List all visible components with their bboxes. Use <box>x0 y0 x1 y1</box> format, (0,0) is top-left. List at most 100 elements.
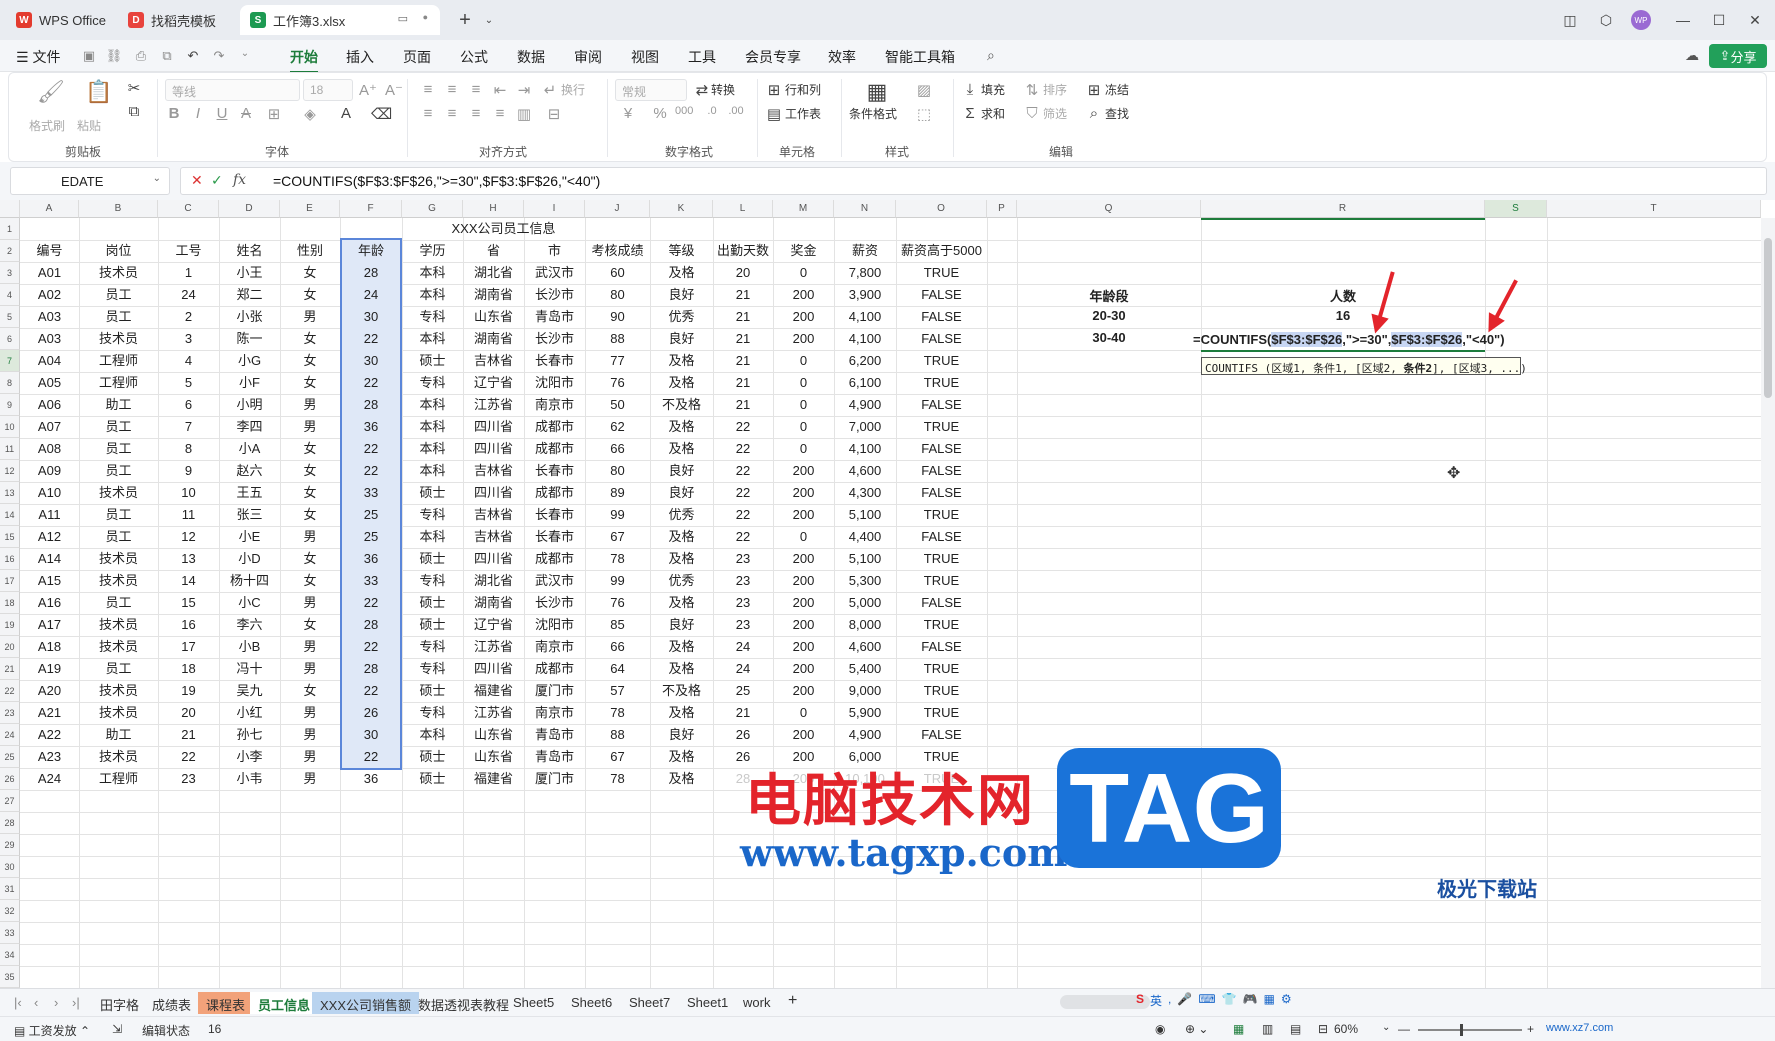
spreadsheet-grid[interactable]: ABCDEFGHIJKLMNOPQRST 1 2 3 4 5 6 7 8 9 10 11 12 13 14… <box>0 200 1775 988</box>
age-range-20-30[interactable]: 20-30 <box>1017 308 1201 330</box>
table-cell[interactable]: 0 <box>773 526 834 548</box>
table-cell[interactable]: TRUE <box>896 416 987 438</box>
table-cell[interactable]: 员工 <box>79 592 158 614</box>
table-cell[interactable]: 长沙市 <box>524 592 585 614</box>
sheet-tab[interactable]: Sheet1 <box>679 992 736 1014</box>
table-cell[interactable]: 本科 <box>402 284 463 306</box>
table-cell[interactable]: 200 <box>773 570 834 592</box>
print-icon[interactable]: ⎙ <box>132 48 150 64</box>
table-cell[interactable]: 80 <box>585 284 650 306</box>
table-cell[interactable]: 江苏省 <box>463 394 524 416</box>
table-cell[interactable]: 36 <box>340 548 402 570</box>
table-cell[interactable]: FALSE <box>896 394 987 416</box>
table-cell[interactable]: 10 <box>158 482 219 504</box>
table-cell[interactable]: 小B <box>219 636 280 658</box>
table-cell[interactable]: 77 <box>585 350 650 372</box>
add-sheet-icon[interactable]: + <box>780 989 805 1011</box>
table-cell[interactable]: 22 <box>158 746 219 768</box>
table-cell[interactable]: 28 <box>340 394 402 416</box>
row-header-31[interactable]: 31 <box>0 878 20 900</box>
table-cell[interactable]: 长沙市 <box>524 284 585 306</box>
editing-cell-s7[interactable]: =COUNTIFS($F$3:$F$26,">=30",$F$3:$F$26,"… <box>1193 329 1505 351</box>
table-cell[interactable]: 28 <box>340 614 402 636</box>
table-cell[interactable]: A23 <box>20 746 79 768</box>
table-cell[interactable]: 4,400 <box>834 526 896 548</box>
normal-view-icon[interactable]: ▦ <box>1233 1022 1244 1036</box>
microphone-icon[interactable]: 🎤 <box>1177 992 1192 1014</box>
table-cell[interactable]: 硕士 <box>402 680 463 702</box>
table-cell[interactable]: 吉林省 <box>463 460 524 482</box>
table-cell[interactable]: 女 <box>280 350 340 372</box>
table-cell[interactable]: 99 <box>585 570 650 592</box>
settings-icon[interactable]: ⚙ <box>1281 992 1292 1014</box>
table-cell[interactable]: A02 <box>20 284 79 306</box>
table-cell[interactable]: 硕士 <box>402 768 463 790</box>
table-cell[interactable]: 26 <box>340 702 402 724</box>
table-cell[interactable]: 17 <box>158 636 219 658</box>
table-cell[interactable]: 长春市 <box>524 350 585 372</box>
minimize-icon[interactable]: — <box>1670 8 1696 32</box>
row-header-18[interactable]: 18 <box>0 592 20 614</box>
table-cell[interactable]: TRUE <box>896 702 987 724</box>
count-header[interactable]: 人数 <box>1201 286 1485 308</box>
table-cell[interactable]: A08 <box>20 438 79 460</box>
column-header-T[interactable]: T <box>1547 200 1761 218</box>
table-cell[interactable]: 36 <box>340 768 402 790</box>
table-cell[interactable]: 200 <box>773 284 834 306</box>
column-label[interactable]: 等级 <box>650 240 713 262</box>
table-cell[interactable]: 湖北省 <box>463 570 524 592</box>
find-button[interactable]: 查找 <box>1105 105 1129 122</box>
worksheet-button[interactable]: 工作表 <box>785 105 821 122</box>
table-cell[interactable]: 男 <box>280 592 340 614</box>
rows-cols-icon[interactable]: ⊞ <box>765 81 783 99</box>
table-cell[interactable]: 男 <box>280 394 340 416</box>
table-cell[interactable]: 20 <box>713 262 773 284</box>
align-top-icon[interactable]: ≡ <box>419 81 437 98</box>
sheet-tab[interactable]: Sheet5 <box>505 992 562 1014</box>
column-label[interactable]: 学历 <box>402 240 463 262</box>
table-cell[interactable]: 小G <box>219 350 280 372</box>
table-cell[interactable]: 四川省 <box>463 438 524 460</box>
table-cell[interactable]: 女 <box>280 438 340 460</box>
table-cell[interactable]: 吉林省 <box>463 504 524 526</box>
new-tab-icon[interactable]: + <box>452 8 478 32</box>
table-cell[interactable]: TRUE <box>896 658 987 680</box>
table-cell[interactable]: 28 <box>340 262 402 284</box>
ime-toolbar[interactable]: S 英 , 🎤 ⌨ 👕 🎮 ▦ ⚙ <box>1136 992 1292 1014</box>
vertical-scrollbar[interactable] <box>1761 218 1775 988</box>
row-header-23[interactable]: 23 <box>0 702 20 724</box>
table-cell[interactable]: TRUE <box>896 614 987 636</box>
table-cell[interactable]: 员工 <box>79 504 158 526</box>
table-cell[interactable]: 22 <box>340 592 402 614</box>
table-cell[interactable]: 本科 <box>402 394 463 416</box>
fill-icon[interactable]: ⤓ <box>961 81 979 98</box>
search-icon[interactable]: ⌕ <box>987 47 995 64</box>
table-cell[interactable]: 技术员 <box>79 570 158 592</box>
table-cell[interactable]: 成都市 <box>524 438 585 460</box>
table-cell[interactable]: 青岛市 <box>524 746 585 768</box>
table-cell[interactable]: 200 <box>773 548 834 570</box>
table-cell[interactable]: 技术员 <box>79 636 158 658</box>
table-cell[interactable]: 78 <box>585 548 650 570</box>
table-cell[interactable]: 小张 <box>219 306 280 328</box>
table-cell[interactable]: 男 <box>280 702 340 724</box>
sum-icon[interactable]: Σ <box>961 105 979 122</box>
table-cell[interactable]: 4,300 <box>834 482 896 504</box>
table-cell[interactable]: 及格 <box>650 526 713 548</box>
row-header-24[interactable]: 24 <box>0 724 20 746</box>
menu-data[interactable]: 数据 <box>517 47 545 67</box>
table-cell[interactable]: 25 <box>340 504 402 526</box>
table-cell[interactable]: 及格 <box>650 416 713 438</box>
increase-font-icon[interactable]: A⁺ <box>359 81 377 99</box>
table-cell[interactable]: 工程师 <box>79 350 158 372</box>
table-cell[interactable]: A05 <box>20 372 79 394</box>
row-header-19[interactable]: 19 <box>0 614 20 636</box>
table-cell[interactable]: 沈阳市 <box>524 614 585 636</box>
macro-icon[interactable]: ⇲ <box>112 1022 122 1036</box>
row-header-33[interactable]: 33 <box>0 922 20 944</box>
table-cell[interactable]: 女 <box>280 460 340 482</box>
column-label[interactable]: 年龄 <box>340 240 402 262</box>
table-cell[interactable]: 200 <box>773 724 834 746</box>
table-cell[interactable]: 专科 <box>402 372 463 394</box>
table-cell[interactable]: 本科 <box>402 724 463 746</box>
